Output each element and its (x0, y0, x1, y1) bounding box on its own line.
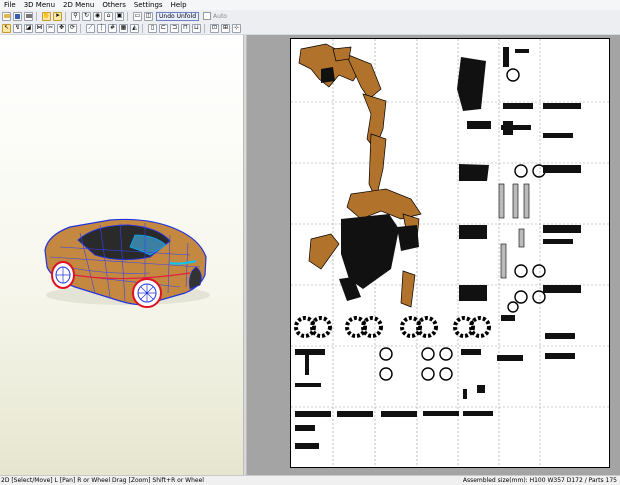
edge-id-icon: # (109, 24, 116, 31)
move-button[interactable]: ✥ (57, 23, 66, 33)
split-window-icon: ◫ (145, 12, 152, 19)
unfolded-parts (291, 39, 609, 467)
window-single-button[interactable]: ▭ (133, 11, 142, 21)
face-button[interactable]: ◭ (130, 23, 139, 33)
align-left-button[interactable]: ⊏ (159, 23, 168, 33)
toolbar-separator (36, 11, 37, 21)
flap-button[interactable]: ◪ (24, 23, 33, 33)
2d-view[interactable] (247, 35, 620, 475)
menu-help[interactable]: Help (167, 0, 191, 10)
checkbox-box (203, 12, 212, 20)
rotate-part-icon: ⟳ (69, 24, 76, 31)
window-icon: ▭ (134, 12, 141, 19)
car-model (44, 218, 210, 308)
floppy-icon (15, 13, 20, 19)
texture-button[interactable]: ▦ (119, 23, 128, 33)
menu-settings[interactable]: Settings (130, 0, 167, 10)
zoom-fit-button[interactable]: ⊡ (210, 23, 219, 33)
status-hint: 2D [Select/Move] L [Pan] R or Wheel Drag… (1, 477, 204, 484)
menu-others[interactable]: Others (98, 0, 130, 10)
align-right-icon: ⊐ (171, 24, 178, 31)
toolbar-separator (127, 11, 128, 21)
toolbar-separator (65, 11, 66, 21)
grid-button[interactable]: ⊹ (232, 23, 241, 33)
align-bottom-button[interactable]: ⊔ (192, 23, 201, 33)
print-button[interactable] (24, 11, 33, 21)
status-bar: 2D [Select/Move] L [Pan] R or Wheel Drag… (0, 475, 620, 485)
move-icon: ✥ (58, 24, 65, 31)
scissors-icon: ✂ (47, 24, 54, 31)
menu-file[interactable]: File (0, 0, 20, 10)
toolbar-separator (142, 23, 143, 33)
menu-2d[interactable]: 2D Menu (59, 0, 98, 10)
auto-label: Auto (213, 12, 227, 20)
3d-view[interactable] (0, 35, 243, 475)
undo-unfold-button[interactable]: Undo Unfold (156, 11, 200, 21)
home-icon: ⌂ (106, 12, 111, 19)
menu-bar: File 3D Menu 2D Menu Others Settings Hel… (0, 0, 620, 10)
toolbar-separator (204, 23, 205, 33)
zoom-button[interactable]: ⚲ (71, 11, 80, 21)
shade-button[interactable]: ▣ (115, 11, 124, 21)
texture-icon: ▦ (120, 24, 127, 31)
edge-button[interactable]: ⟋ (86, 23, 95, 33)
arrow-icon: ↖ (3, 24, 10, 31)
printer-icon (25, 14, 32, 18)
zoom-page-icon: ⊞ (222, 24, 229, 31)
small-parts (295, 47, 581, 449)
edit-toolbar: ↖ ↯ ◪ ⋈ ✂ ✥ ⟳ ⟋ ┆ # ▦ ◭ ▯ ⊏ ⊐ ⊓ ⊔ ⊡ ⊞ ⊹ (0, 22, 620, 35)
rotate-part-button[interactable]: ⟳ (68, 23, 77, 33)
reset-view-button[interactable]: ⌂ (104, 11, 113, 21)
grid-icon: ⊹ (233, 24, 240, 31)
hand-icon: ✋ (42, 12, 51, 19)
align-top-button[interactable]: ⊓ (181, 23, 190, 33)
rotate-icon: ↻ (83, 12, 90, 19)
align-bottom-icon: ⊔ (194, 24, 199, 31)
flap-icon: ◪ (25, 24, 32, 31)
join-button[interactable]: ⋈ (35, 23, 44, 33)
save-button[interactable] (13, 11, 22, 21)
select-button[interactable]: ➤ (53, 11, 62, 21)
pointer-icon: ➤ (54, 12, 61, 19)
edge-id-button[interactable]: # (108, 23, 117, 33)
zoom-page-button[interactable]: ⊞ (221, 23, 230, 33)
paper-sheet (290, 38, 610, 468)
face-icon: ◭ (132, 24, 137, 31)
rear-wheel (51, 261, 75, 289)
open-folder-button[interactable] (2, 11, 11, 21)
front-wheel (132, 278, 162, 308)
toolbar-separator (80, 23, 81, 33)
rotate-button[interactable]: ↻ (82, 11, 91, 21)
join-icon: ⋈ (36, 24, 43, 31)
pan-button[interactable]: ✋ (42, 11, 51, 21)
align-top-icon: ⊓ (183, 24, 188, 31)
page-button[interactable]: ▯ (148, 23, 157, 33)
zoom-fit-icon: ⊡ (211, 24, 218, 31)
strip-parts (498, 183, 530, 279)
magnifier-icon: ⚲ (73, 12, 78, 19)
align-right-button[interactable]: ⊐ (170, 23, 179, 33)
disjoin-button[interactable]: ✂ (46, 23, 55, 33)
folder-icon (3, 14, 10, 18)
auto-checkbox[interactable]: Auto (203, 12, 227, 20)
status-size: Assembled size(mm): H100 W357 D172 / Par… (462, 477, 617, 484)
view-button[interactable]: ◉ (93, 11, 102, 21)
tire-parts (294, 316, 491, 338)
align-left-icon: ⊏ (160, 24, 167, 31)
dark-parts (321, 57, 489, 301)
edge-icon: ⟋ (88, 24, 93, 31)
window-split-button[interactable]: ◫ (144, 11, 153, 21)
page-icon: ▯ (150, 24, 155, 31)
fold-line-icon: ┆ (99, 24, 104, 31)
menu-3d[interactable]: 3D Menu (20, 0, 59, 10)
fold-line-button[interactable]: ┆ (97, 23, 106, 33)
unfold-icon: ↯ (14, 24, 21, 31)
cube-icon: ▣ (116, 12, 123, 19)
unfold-button[interactable]: ↯ (13, 23, 22, 33)
select-2d-button[interactable]: ↖ (2, 23, 11, 33)
eye-icon: ◉ (94, 12, 101, 19)
